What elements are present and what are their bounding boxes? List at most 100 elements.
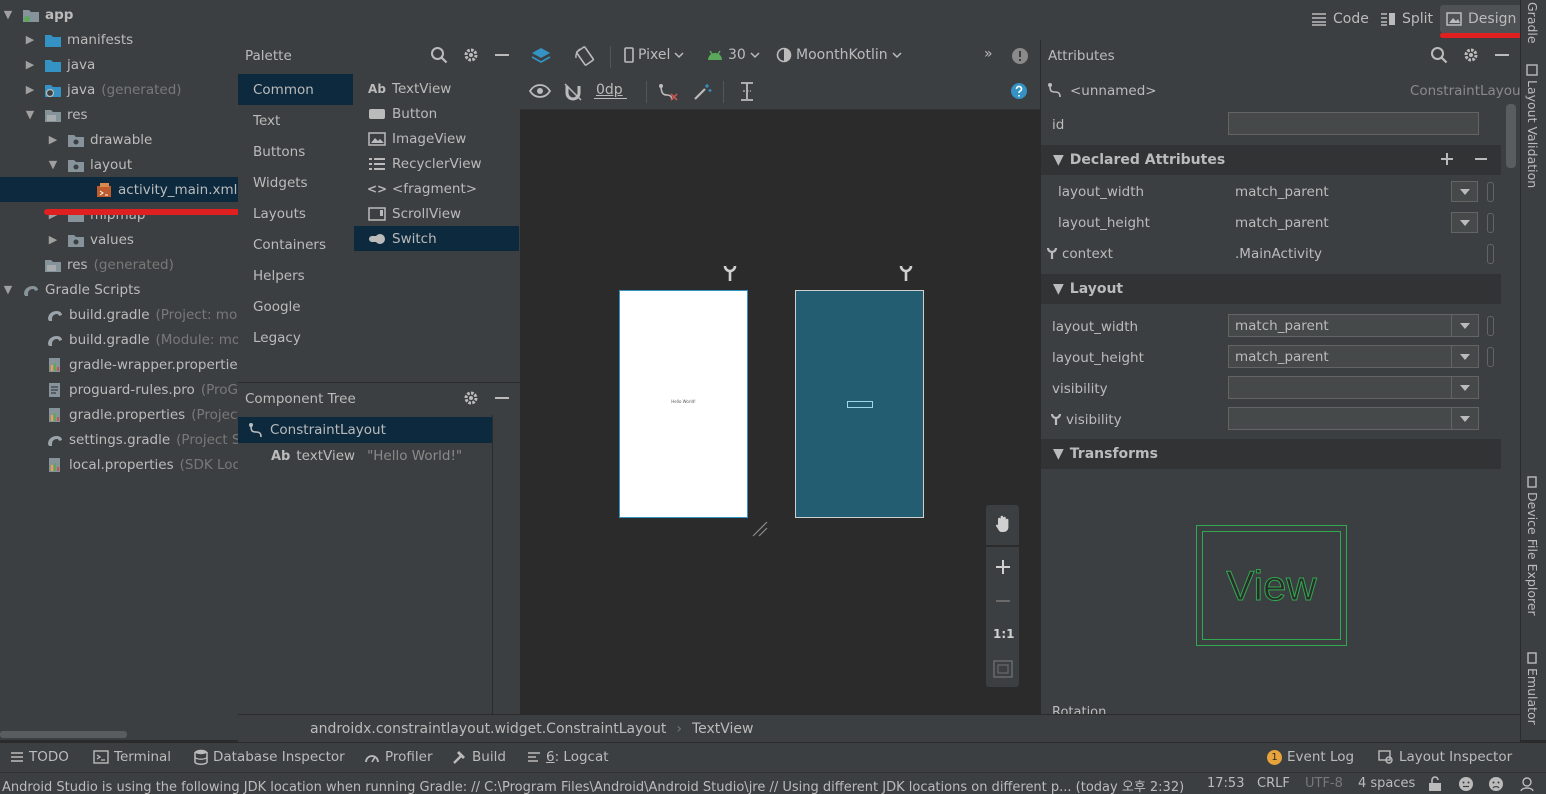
tree-item-manifests[interactable]: ▶ manifests [0, 27, 238, 52]
declared-layout-width-field[interactable]: match_parent [1228, 180, 1479, 203]
sad-face-icon[interactable] [1488, 776, 1504, 792]
resize-handle-icon[interactable] [751, 520, 769, 538]
tree-node-constraintlayout[interactable]: ConstraintLayout [238, 417, 493, 443]
search-icon[interactable] [430, 46, 448, 64]
tree-item-build-gradle-project[interactable]: build.gradle (Project: moon [0, 302, 238, 327]
breadcrumb-item[interactable]: androidx.constraintlayout.widget.Constra… [310, 721, 666, 737]
database-inspector-tab[interactable]: Database Inspector [194, 749, 345, 765]
layout-inspector-tab[interactable]: Layout Inspector [1378, 749, 1512, 765]
line-separator[interactable]: CRLF [1257, 776, 1290, 791]
resource-picker-box[interactable] [1487, 182, 1494, 202]
visibility-dropdown[interactable] [1228, 376, 1479, 399]
magnet-off-icon[interactable] [563, 82, 583, 102]
tree-item-gradle-properties[interactable]: gradle.properties (Project P [0, 402, 238, 427]
clear-constraints-icon[interactable] [657, 82, 679, 102]
tree-item-values[interactable]: ▶ values [0, 227, 238, 252]
tool-tab-layout-validation[interactable]: Layout Validation [1525, 64, 1540, 188]
tree-item-proguard-rules[interactable]: proguard-rules.pro (ProGua [0, 377, 238, 402]
tree-item-app[interactable]: ▼ app [0, 2, 238, 27]
search-icon[interactable] [1430, 46, 1448, 64]
id-input[interactable] [1228, 112, 1479, 135]
event-log-tab[interactable]: 1 Event Log [1267, 749, 1354, 765]
tree-item-res[interactable]: ▼ res [0, 102, 238, 127]
expanded-arrow-icon[interactable]: ▼ [2, 283, 14, 296]
collapsed-arrow-icon[interactable]: ▶ [47, 133, 59, 146]
palette-widget-imageview[interactable]: ImageView [354, 126, 519, 151]
tree-item-java[interactable]: ▶ java [0, 52, 238, 77]
help-icon[interactable] [1010, 82, 1028, 100]
device-dropdown[interactable]: Pixel [624, 47, 684, 63]
indent-setting[interactable]: 4 spaces [1358, 776, 1415, 791]
remove-attribute-icon[interactable] [1474, 152, 1488, 166]
resource-picker-box[interactable] [1487, 244, 1494, 264]
tree-item-build-gradle-module[interactable]: build.gradle (Module: moon [0, 327, 238, 352]
zoom-to-fit-icon[interactable] [993, 660, 1013, 678]
palette-category[interactable]: Buttons [238, 136, 353, 167]
palette-widget-textview[interactable]: Ab TextView [354, 76, 519, 101]
chevron-down-icon[interactable] [1451, 377, 1478, 398]
layout-section-header[interactable]: ▼ Layout [1041, 274, 1501, 304]
declared-context-field[interactable]: .MainActivity [1228, 242, 1479, 265]
minimize-icon[interactable] [494, 47, 510, 63]
chevron-down-icon[interactable] [1451, 408, 1478, 429]
transform-view-preview[interactable]: View [1196, 525, 1347, 646]
palette-category[interactable]: Layouts [238, 198, 353, 229]
blueprint-preview-screen[interactable] [795, 290, 924, 518]
tree-item-layout[interactable]: ▼ layout [0, 152, 238, 177]
terminal-tab[interactable]: Terminal [93, 749, 171, 765]
design-preview-screen[interactable]: Hello World! [619, 290, 748, 518]
tool-tab-emulator[interactable]: Emulator [1525, 652, 1540, 725]
collapsed-arrow-icon[interactable]: ▶ [47, 233, 59, 246]
orientation-icon[interactable] [574, 46, 596, 66]
overflow-button[interactable]: » [984, 46, 993, 62]
expanded-arrow-icon[interactable]: ▼ [24, 108, 36, 121]
todo-tab[interactable]: TODO [10, 749, 69, 765]
tree-item-gradle-scripts[interactable]: ▼ Gradle Scripts [0, 277, 238, 302]
tree-item-settings-gradle[interactable]: settings.gradle (Project Set [0, 427, 238, 452]
tree-item-drawable[interactable]: ▶ drawable [0, 127, 238, 152]
status-message[interactable]: Android Studio is using the following JD… [2, 776, 1184, 794]
palette-category[interactable]: Text [238, 105, 353, 136]
vertical-scrollbar[interactable] [1506, 104, 1516, 168]
minimize-icon[interactable] [1494, 47, 1510, 63]
preview-textview[interactable]: Hello World! [620, 399, 747, 404]
profiler-tab[interactable]: Profiler [364, 749, 433, 765]
palette-category[interactable]: Containers [238, 229, 353, 260]
resource-picker-box[interactable] [1487, 213, 1494, 233]
horizontal-scrollbar[interactable] [0, 731, 127, 738]
transforms-section-header[interactable]: ▼ Transforms [1041, 439, 1501, 469]
tree-item-activity-main-xml[interactable]: activity_main.xml [0, 177, 238, 202]
palette-widget-recyclerview[interactable]: RecyclerView [354, 151, 519, 176]
api-level-dropdown[interactable]: 30 [706, 47, 760, 63]
wrench-icon[interactable] [899, 264, 913, 282]
chevron-down-icon[interactable] [1451, 181, 1478, 202]
resource-picker-box[interactable] [1487, 347, 1494, 367]
palette-category[interactable]: Widgets [238, 167, 353, 198]
tool-tab-device-file-explorer[interactable]: Device File Explorer [1525, 476, 1540, 616]
magic-wand-icon[interactable] [692, 82, 712, 102]
logcat-tab[interactable]: 6: Logcat [527, 749, 609, 765]
layout-height-dropdown[interactable]: match_parent [1228, 345, 1479, 368]
palette-widget-fragment[interactable]: <> <fragment> [354, 176, 519, 201]
memory-indicator-icon[interactable] [1518, 776, 1536, 792]
tree-item-local-properties[interactable]: local.properties (SDK Locat [0, 452, 238, 477]
palette-widget-switch[interactable]: Switch [354, 226, 519, 251]
eye-icon[interactable] [529, 82, 551, 100]
palette-widget-button[interactable]: Button [354, 101, 519, 126]
lock-icon[interactable] [1428, 776, 1442, 792]
expanded-arrow-icon[interactable]: ▼ [47, 158, 59, 171]
build-tab[interactable]: Build [451, 749, 506, 765]
inspection-face-icon[interactable] [1458, 776, 1474, 792]
layout-width-dropdown[interactable]: match_parent [1228, 314, 1479, 337]
collapsed-arrow-icon[interactable]: ▶ [24, 83, 36, 96]
warning-icon[interactable] [1010, 46, 1030, 66]
minimize-icon[interactable] [494, 390, 510, 406]
expanded-arrow-icon[interactable]: ▼ [2, 8, 14, 21]
tree-node-textview[interactable]: Ab textView "Hello World!" [238, 443, 493, 469]
tree-item-gradle-wrapper-properties[interactable]: gradle-wrapper.properties [0, 352, 238, 377]
zoom-out-icon[interactable] [995, 593, 1011, 609]
gear-icon[interactable] [1462, 46, 1480, 64]
tree-item-java-generated[interactable]: ▶ java (generated) [0, 77, 238, 102]
breadcrumb-item[interactable]: TextView [692, 721, 754, 737]
guidelines-icon[interactable] [738, 81, 756, 103]
